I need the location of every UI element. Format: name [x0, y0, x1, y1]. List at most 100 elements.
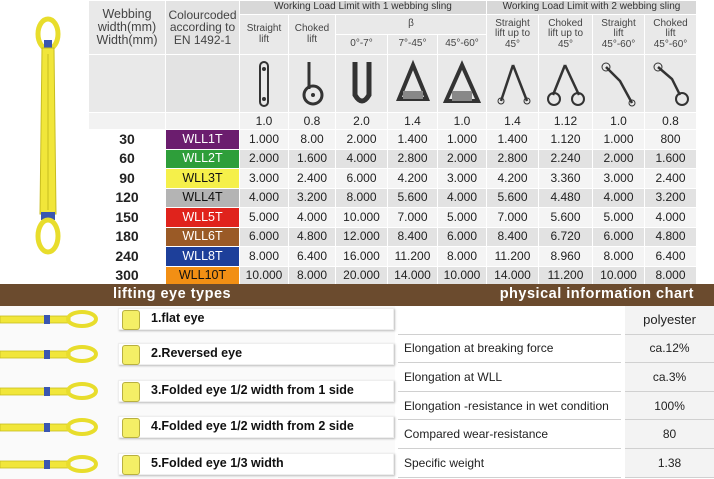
factor-cell: 1.4 — [387, 112, 438, 130]
material-name: polyester — [621, 306, 714, 335]
wll-two-sling-header: Working Load Limit with 2 webbing sling — [486, 0, 697, 15]
wll-value-cell: 14.000 — [486, 265, 539, 286]
lifting-eye-box: 3.Folded eye 1/2 width from 1 side — [118, 380, 394, 402]
lifting-eye-item: 5.Folded eye 1/3 width — [0, 451, 395, 477]
wll-value-cell: 10.000 — [239, 265, 289, 286]
straight-up-45-header: Straight lift up to 45° — [486, 14, 539, 55]
wll-value-cell: 1.000 — [239, 129, 289, 150]
colour-code-cell: WLL3T — [165, 168, 240, 189]
wll-value-cell: 5.600 — [486, 187, 539, 208]
wll-value-cell: 6.000 — [437, 226, 487, 247]
factor-cell: 1.0 — [437, 112, 487, 130]
wll-value-cell: 10.000 — [592, 265, 645, 286]
physical-property-label: Elongation at breaking force — [398, 334, 624, 364]
wll-value-cell: 2.000 — [239, 148, 289, 169]
straight-45-60-header: Straight lift 45°-60° — [592, 14, 645, 55]
basket-45-60-icon — [437, 54, 487, 113]
wll-value-cell: 8.000 — [239, 246, 289, 267]
lifting-eye-label: 1.flat eye — [151, 311, 205, 325]
wll-value-cell: 8.400 — [387, 226, 438, 247]
sling-eye-illustration — [0, 310, 98, 328]
wll-value-cell: 4.000 — [335, 148, 388, 169]
two-straight-45-icon — [486, 54, 539, 113]
physical-info-row: Compared wear-resistance 80 — [398, 419, 714, 449]
wll-row: 240 WLL8T 8.000 6.400 16.000 11.200 8.000 11.20… — [88, 246, 697, 267]
straight-lift-header: Straight lift — [239, 14, 289, 55]
wll-row: 30 WLL1T 1.000 8.00 2.000 1.400 1.000 1.400 1.12… — [88, 129, 697, 150]
flat-eye-icon — [122, 310, 140, 330]
wll-value-cell: 6.000 — [592, 226, 645, 247]
lifting-eye-item: 2.Reversed eye — [0, 341, 395, 367]
reversed-eye-icon — [122, 345, 140, 365]
wll-value-cell: 14.000 — [387, 265, 438, 286]
wll-value-cell: 5.000 — [592, 207, 645, 228]
folded-eye-one-side-icon — [122, 382, 140, 402]
wll-value-cell: 20.000 — [335, 265, 388, 286]
factor-cell: 2.0 — [335, 112, 388, 130]
wll-value-cell: 4.480 — [538, 187, 593, 208]
wll-value-cell: 4.800 — [288, 226, 336, 247]
colour-code-cell: WLL6T — [165, 226, 240, 247]
wll-value-cell: 6.720 — [538, 226, 593, 247]
wll-value-cell: 2.800 — [387, 148, 438, 169]
colour-code-cell: WLL2T — [165, 148, 240, 169]
basket-7-45-icon — [387, 54, 438, 113]
wll-value-cell: 1.600 — [644, 148, 697, 169]
wll-value-cell: 2.800 — [486, 148, 539, 169]
physical-property-value: ca.12% — [621, 334, 714, 364]
physical-property-label: Elongation -resistance in wet condition — [398, 391, 624, 421]
wll-value-cell: 8.960 — [538, 246, 593, 267]
lifting-eye-box: 5.Folded eye 1/3 width — [118, 453, 394, 475]
factor-cell: 0.8 — [644, 112, 697, 130]
wll-value-cell: 8.000 — [437, 246, 487, 267]
webbing-width-cell: 60 — [88, 148, 166, 169]
webbing-width-cell: 300 — [88, 265, 166, 286]
wll-value-cell: 4.200 — [387, 168, 438, 189]
wll-value-cell: 5.000 — [437, 207, 487, 228]
basket-0-7-icon — [335, 54, 388, 113]
wll-value-cell: 4.000 — [288, 207, 336, 228]
lifting-eye-item: 3.Folded eye 1/2 width from 1 side — [0, 378, 395, 404]
factor-spacer — [88, 112, 166, 130]
wll-row: 120 WLL4T 4.000 3.200 8.000 5.600 4.000 5.600 4.… — [88, 187, 697, 208]
colour-code-cell: WLL10T — [165, 265, 240, 286]
wll-value-cell: 3.200 — [288, 187, 336, 208]
wll-value-cell: 4.000 — [592, 187, 645, 208]
wll-value-cell: 3.000 — [239, 168, 289, 189]
wll-value-cell: 1.000 — [437, 129, 487, 150]
physical-info-row: Elongation at WLL ca.3% — [398, 362, 714, 392]
wll-value-cell: 7.000 — [486, 207, 539, 228]
wll-value-cell: 3.200 — [644, 187, 697, 208]
folded-eye-third-icon — [122, 455, 140, 475]
wll-value-cell: 2.000 — [437, 148, 487, 169]
wll-value-cell: 4.200 — [486, 168, 539, 189]
factor-cell: 0.8 — [288, 112, 336, 130]
sling-eye-illustration — [0, 345, 98, 363]
wll-value-cell: 8.000 — [592, 246, 645, 267]
wll-value-cell: 6.000 — [335, 168, 388, 189]
wll-value-cell: 2.000 — [592, 148, 645, 169]
lifting-eye-box: 2.Reversed eye — [118, 343, 394, 365]
wll-value-cell: 3.360 — [538, 168, 593, 189]
wll-value-cell: 4.000 — [239, 187, 289, 208]
lifting-eye-item: 4.Folded eye 1/2 width from 2 side — [0, 414, 395, 440]
sling-illustration — [35, 16, 61, 255]
physical-property-value: 1.38 — [621, 448, 714, 478]
wll-row: 60 WLL2T 2.000 1.600 4.000 2.800 2.000 2.800 2.2… — [88, 148, 697, 169]
lifting-eye-box: 1.flat eye — [118, 308, 394, 330]
sling-eye-illustration — [0, 455, 98, 473]
wll-value-cell: 5.600 — [387, 187, 438, 208]
lifting-eye-title: lifting eye types — [113, 286, 232, 302]
sling-eye-illustration — [0, 382, 98, 400]
physical-property-value: 100% — [621, 391, 714, 421]
angle-0-7-header: 0°-7° — [335, 34, 388, 55]
factor-cell: 1.12 — [538, 112, 593, 130]
wll-value-cell: 8.00 — [288, 129, 336, 150]
physical-info-row: Specific weight 1.38 — [398, 448, 714, 478]
lifting-eye-item: 1.flat eye — [0, 306, 395, 332]
wll-value-cell: 1.400 — [387, 129, 438, 150]
factor-cell: 1.0 — [239, 112, 289, 130]
physical-property-label: Compared wear-resistance — [398, 419, 624, 449]
folded-eye-two-side-icon — [122, 418, 140, 438]
material-label-spacer — [398, 306, 624, 335]
